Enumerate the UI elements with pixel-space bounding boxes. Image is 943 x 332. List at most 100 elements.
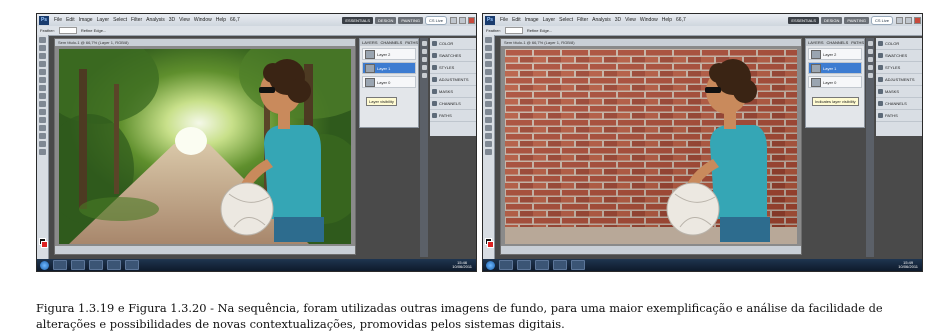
healing-tool-icon[interactable]	[39, 85, 46, 91]
tab-layers[interactable]: LAYERS	[808, 39, 824, 46]
menu-select[interactable]: Select	[557, 17, 575, 23]
color-panel-icon[interactable]	[867, 41, 873, 46]
masks-panel-icon[interactable]	[867, 73, 873, 78]
system-clock[interactable]: 15:49 10/06/2011	[898, 261, 922, 269]
gradient-tool-icon[interactable]	[39, 117, 46, 123]
quick-select-tool-icon[interactable]	[39, 61, 46, 67]
type-tool-icon[interactable]	[39, 133, 46, 139]
tab-paths[interactable]: PATHS	[851, 39, 864, 46]
zoom-tool-icon[interactable]	[485, 149, 492, 155]
eraser-tool-icon[interactable]	[39, 109, 46, 115]
taskbar-app-media-icon[interactable]	[517, 260, 531, 270]
start-button-icon[interactable]	[486, 260, 495, 270]
pen-tool-icon[interactable]	[485, 125, 492, 131]
brush-tool-icon[interactable]	[485, 93, 492, 99]
lasso-tool-icon[interactable]	[485, 53, 492, 59]
type-tool-icon[interactable]	[485, 133, 492, 139]
close-icon[interactable]	[468, 16, 475, 24]
panel-entry-masks[interactable]: MASKS	[430, 86, 476, 98]
cs-live-button[interactable]: CS Live	[870, 15, 893, 25]
taskbar-app-photoshop-icon[interactable]	[553, 260, 567, 270]
taskbar-app-explorer-icon[interactable]	[53, 260, 67, 270]
menu-image[interactable]: Image	[523, 17, 541, 23]
menu-view[interactable]: View	[177, 17, 192, 23]
minimize-icon[interactable]	[450, 16, 457, 24]
menu-layer[interactable]: Layer	[95, 17, 112, 23]
marquee-tool-icon[interactable]	[39, 45, 46, 51]
eyedropper-tool-icon[interactable]	[485, 77, 492, 83]
taskbar-app-folder-icon[interactable]	[535, 260, 549, 270]
panel-entry-masks[interactable]: MASKS	[876, 86, 922, 98]
feather-input[interactable]	[58, 27, 77, 34]
panel-entry-paths[interactable]: PATHS	[876, 110, 922, 122]
refine-edge-button[interactable]: Refine Edge...	[81, 28, 106, 33]
menu-help[interactable]: Help	[214, 17, 228, 23]
eyedropper-tool-icon[interactable]	[39, 77, 46, 83]
workspace-painting-button[interactable]: PAINTING	[398, 16, 423, 24]
stamp-tool-icon[interactable]	[485, 101, 492, 107]
stamp-tool-icon[interactable]	[39, 101, 46, 107]
brush-tool-icon[interactable]	[39, 93, 46, 99]
minimize-icon[interactable]	[896, 16, 903, 24]
panel-entry-styles[interactable]: STYLES	[430, 62, 476, 74]
layer-row-selected[interactable]: Layer 1	[808, 62, 862, 74]
menu-filter[interactable]: Filter	[129, 17, 144, 23]
document-tab[interactable]: Sem título-1 @ 66,7% (Layer 1, RGB/8)	[55, 39, 355, 46]
menu-file[interactable]: File	[498, 17, 510, 23]
menu-3d[interactable]: 3D	[613, 17, 623, 23]
menu-help[interactable]: Help	[660, 17, 674, 23]
workspace-essentials-button[interactable]: ESSENTIALS	[342, 16, 374, 24]
pen-tool-icon[interactable]	[39, 125, 46, 131]
layer-row-selected[interactable]: Layer 1	[362, 62, 416, 74]
start-button-icon[interactable]	[40, 260, 49, 270]
adjustments-panel-icon[interactable]	[421, 65, 427, 70]
taskbar-app-folder-icon[interactable]	[89, 260, 103, 270]
lasso-tool-icon[interactable]	[39, 53, 46, 59]
menu-image[interactable]: Image	[77, 17, 95, 23]
gradient-tool-icon[interactable]	[485, 117, 492, 123]
cs-live-button[interactable]: CS Live	[424, 15, 447, 25]
quick-select-tool-icon[interactable]	[485, 61, 492, 67]
close-icon[interactable]	[914, 16, 921, 24]
layer-row[interactable]: Layer 0	[808, 76, 862, 88]
zoom-tool-icon[interactable]	[39, 149, 46, 155]
layer-row[interactable]: Layer 2	[362, 48, 416, 60]
layer-row[interactable]: Layer 0	[362, 76, 416, 88]
tab-layers[interactable]: LAYERS	[362, 39, 378, 46]
panel-entry-swatches[interactable]: SWATCHES	[430, 50, 476, 62]
menu-layer[interactable]: Layer	[541, 17, 558, 23]
menu-select[interactable]: Select	[111, 17, 129, 23]
marquee-tool-icon[interactable]	[485, 45, 492, 51]
menu-window[interactable]: Window	[192, 17, 214, 23]
eraser-tool-icon[interactable]	[485, 109, 492, 115]
zoom-level[interactable]: 66,7	[228, 17, 242, 23]
workspace-essentials-button[interactable]: ESSENTIALS	[788, 16, 820, 24]
maximize-icon[interactable]	[459, 16, 466, 24]
workspace-painting-button[interactable]: PAINTING	[844, 16, 869, 24]
workspace-design-button[interactable]: DESIGN	[375, 16, 397, 24]
styles-panel-icon[interactable]	[421, 57, 427, 62]
menu-analysis[interactable]: Analysis	[144, 17, 167, 23]
panel-entry-adjustments[interactable]: ADJUSTMENTS	[430, 74, 476, 86]
background-color-swatch[interactable]	[41, 241, 48, 248]
panel-entry-channels[interactable]: CHANNELS	[876, 98, 922, 110]
panel-entry-styles[interactable]: STYLES	[876, 62, 922, 74]
tab-channels[interactable]: CHANNELS	[381, 39, 403, 46]
hand-tool-icon[interactable]	[485, 141, 492, 147]
styles-panel-icon[interactable]	[867, 57, 873, 62]
menu-file[interactable]: File	[52, 17, 64, 23]
healing-tool-icon[interactable]	[485, 85, 492, 91]
tab-paths[interactable]: PATHS	[405, 39, 418, 46]
canvas[interactable]	[59, 49, 351, 244]
crop-tool-icon[interactable]	[485, 69, 492, 75]
crop-tool-icon[interactable]	[39, 69, 46, 75]
swatches-panel-icon[interactable]	[867, 49, 873, 54]
panel-entry-channels[interactable]: CHANNELS	[430, 98, 476, 110]
zoom-level[interactable]: 66,7	[674, 17, 688, 23]
refine-edge-button[interactable]: Refine Edge...	[527, 28, 552, 33]
swatches-panel-icon[interactable]	[421, 49, 427, 54]
menu-window[interactable]: Window	[638, 17, 660, 23]
panel-entry-color[interactable]: COLOR	[430, 38, 476, 50]
menu-edit[interactable]: Edit	[510, 17, 523, 23]
background-color-swatch[interactable]	[487, 241, 494, 248]
